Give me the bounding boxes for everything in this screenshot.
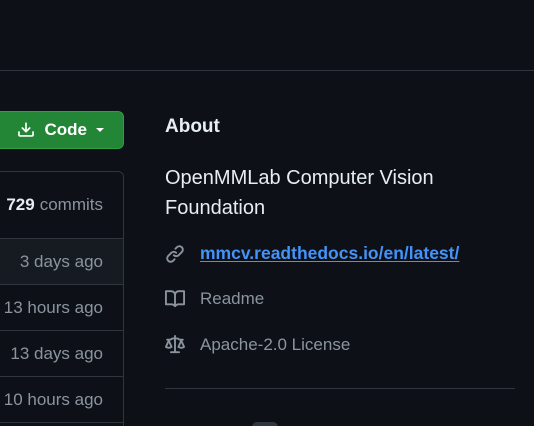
link-icon <box>165 244 185 264</box>
file-row[interactable]: 3 days ago <box>0 239 123 285</box>
last-commit-time: 13 days ago <box>10 343 103 363</box>
file-row[interactable]: 13 hours ago <box>0 285 123 331</box>
file-list-panel: 729 commits 3 days ago 13 hours ago 13 d… <box>0 171 124 426</box>
last-commit-time: 10 hours ago <box>3 389 103 409</box>
book-icon <box>165 289 185 309</box>
code-button-label: Code <box>44 120 88 139</box>
website-row: mmcv.readthedocs.io/en/latest/ <box>165 243 459 264</box>
about-description: OpenMMLab Computer Vision Foundation <box>165 167 434 219</box>
partial-element <box>252 422 278 426</box>
license-label: Apache-2.0 License <box>200 335 351 354</box>
last-commit-time: 13 hours ago <box>3 297 103 317</box>
download-icon <box>17 121 35 139</box>
about-divider <box>165 388 515 389</box>
commit-count: 729 <box>6 195 35 214</box>
license-link[interactable]: Apache-2.0 License <box>165 335 350 355</box>
triangle-down-icon <box>95 125 105 135</box>
readme-label: Readme <box>200 289 265 308</box>
last-commit-time: 3 days ago <box>19 251 103 271</box>
law-icon <box>165 335 185 355</box>
commits-label: commits <box>39 195 103 214</box>
commits-link[interactable]: 729 commits <box>0 172 123 239</box>
about-heading: About <box>165 116 220 137</box>
file-row[interactable]: 10 hours ago <box>0 377 123 423</box>
readme-link[interactable]: Readme <box>165 289 264 309</box>
repo-page: Code 729 commits 3 days ago 13 hours ago… <box>0 0 534 426</box>
file-row[interactable]: 13 days ago <box>0 331 123 377</box>
code-button[interactable]: Code <box>0 111 124 149</box>
top-header <box>0 0 534 71</box>
website-link[interactable]: mmcv.readthedocs.io/en/latest/ <box>200 243 459 264</box>
